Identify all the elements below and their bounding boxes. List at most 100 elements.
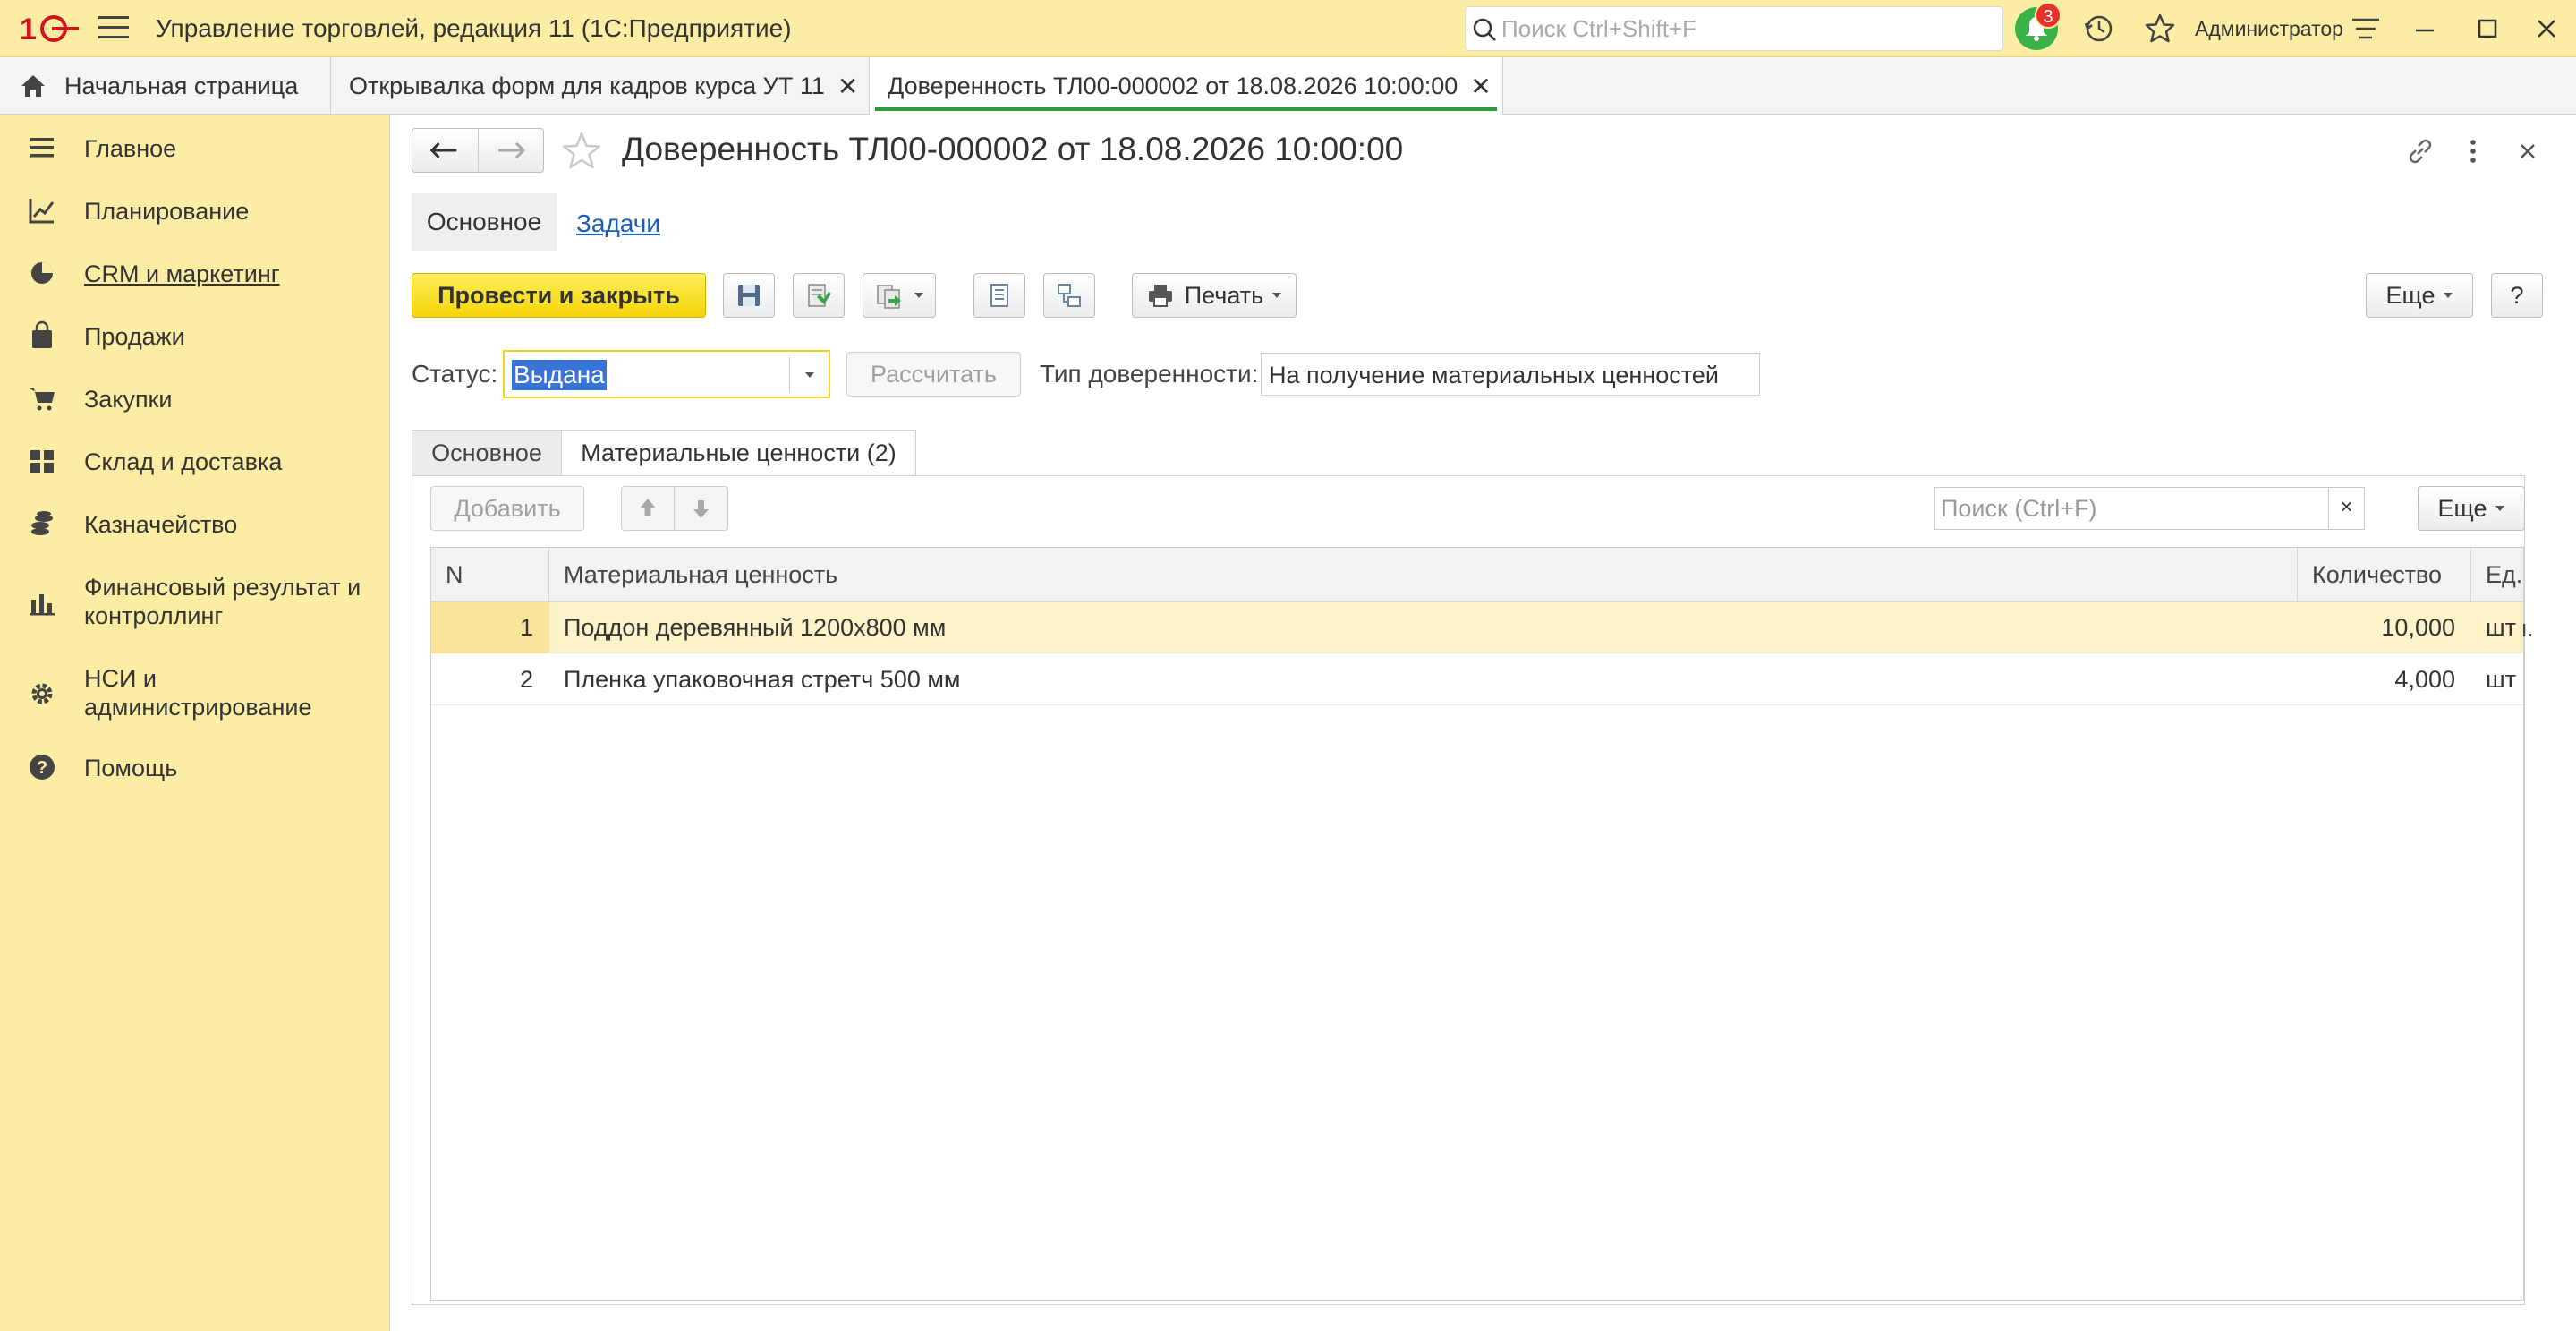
table-more-button[interactable]: Еще — [2418, 486, 2525, 531]
sidebar-item-crm[interactable]: CRM и маркетинг — [0, 256, 390, 292]
sidebar-item-treasury[interactable]: Казначейство — [0, 507, 390, 542]
save-icon — [738, 285, 760, 306]
tab-label: Открывалка форм для кадров курса УТ 11 — [349, 72, 825, 99]
shopping-bag-icon — [32, 320, 52, 348]
column-header-unit[interactable]: Ед. изм. — [2471, 548, 2534, 642]
sidebar-item-admin[interactable]: НСИ и администрирование — [0, 661, 390, 729]
sidebar-item-label: Финансовый результат и контроллинг — [84, 574, 361, 629]
menu-lines-icon — [30, 138, 54, 158]
tab-main[interactable]: Основное — [412, 430, 562, 476]
chevron-down-icon[interactable] — [789, 357, 829, 393]
tab-form-opener[interactable]: Открывалка форм для кадров курса УТ 11 ✕ — [331, 57, 870, 115]
move-down-icon[interactable] — [675, 487, 727, 530]
history-icon[interactable] — [2083, 13, 2115, 45]
more-label: Еще — [2437, 494, 2487, 522]
global-search[interactable] — [1465, 6, 2003, 51]
settings-sliders-icon[interactable] — [2350, 13, 2382, 45]
sidebar-item-help[interactable]: ? Помощь — [0, 750, 390, 786]
back-arrow-icon[interactable] — [412, 129, 479, 172]
1c-logo-icon: 1 — [20, 13, 79, 47]
type-field[interactable]: На получение материальных ценностей — [1261, 353, 1760, 396]
cart-icon — [30, 388, 55, 411]
link-icon[interactable] — [2403, 134, 2437, 168]
more-button[interactable]: Еще — [2366, 273, 2473, 318]
sidebar-item-label: Склад и доставка — [84, 448, 283, 475]
sidebar-item-purchases[interactable]: Закупки — [0, 381, 390, 417]
sidebar-item-main[interactable]: Главное — [0, 131, 390, 166]
cell-n: 2 — [519, 666, 533, 693]
minimize-icon[interactable] — [2407, 11, 2443, 47]
form-tab-tasks[interactable]: Задачи — [576, 209, 660, 238]
main-menu-icon[interactable] — [98, 16, 129, 41]
add-row-button[interactable]: Добавить — [430, 486, 584, 531]
column-header-item[interactable]: Материальная ценность — [549, 548, 2298, 602]
sidebar-item-finance[interactable]: Финансовый результат и контроллинг — [0, 569, 390, 637]
material-values-table[interactable]: N Материальная ценность Количество Ед. и… — [430, 547, 2534, 1301]
post-button[interactable] — [793, 273, 845, 318]
notifications-badge: 3 — [2035, 2, 2062, 29]
status-value: Выдана — [512, 360, 607, 390]
close-tab-icon[interactable]: ✕ — [1470, 72, 1491, 101]
print-button[interactable]: Печать — [1132, 273, 1297, 318]
forward-arrow-icon[interactable] — [479, 129, 543, 172]
close-form-icon[interactable] — [2511, 134, 2545, 168]
sections-sidebar: Главное Планирование CRM и маркетинг Про… — [0, 115, 390, 1331]
table-search-input[interactable] — [1941, 493, 2299, 524]
printer-icon — [1148, 285, 1172, 307]
more-actions-icon[interactable] — [2459, 134, 2487, 168]
tab-power-of-attorney[interactable]: Доверенность ТЛ00-000002 от 18.08.2026 1… — [870, 57, 1503, 115]
svg-text:?: ? — [37, 758, 47, 778]
type-label: Тип доверенности: — [1040, 360, 1259, 388]
help-button[interactable]: ? — [2491, 273, 2543, 318]
close-tab-icon[interactable]: ✕ — [837, 72, 858, 101]
app-title: Управление торговлей, редакция 11 (1С:Пр… — [156, 14, 792, 42]
create-based-on-button[interactable] — [863, 273, 936, 318]
cell-unit: шт — [2486, 666, 2517, 693]
form-tab-main[interactable]: Основное — [412, 193, 557, 251]
calculate-button[interactable]: Рассчитать — [846, 352, 1021, 397]
sidebar-item-label: Помощь — [84, 755, 178, 781]
pie-chart-icon — [31, 262, 53, 284]
maximize-icon[interactable] — [2470, 11, 2505, 47]
save-button[interactable] — [723, 273, 775, 318]
current-user[interactable]: Администратор — [2195, 17, 2343, 41]
post-and-close-button[interactable]: Провести и закрыть — [412, 273, 706, 318]
table-row[interactable]: 2 Пленка упаковочная стретч 500 мм 4,000… — [431, 653, 2523, 705]
cell-unit: шт — [2486, 614, 2517, 641]
cell-quantity: 10,000 — [2381, 614, 2455, 641]
move-up-icon[interactable] — [622, 487, 675, 530]
clear-search-icon[interactable]: × — [2328, 488, 2364, 529]
title-bar: 1 Управление торговлей, редакция 11 (1С:… — [0, 0, 2576, 57]
favorite-star-icon[interactable] — [560, 130, 603, 173]
column-header-quantity[interactable]: Количество — [2298, 548, 2471, 602]
help-icon: ? — [30, 755, 55, 780]
cell-n: 1 — [431, 602, 549, 653]
status-select[interactable]: Выдана — [503, 350, 830, 398]
tab-home[interactable]: Начальная страница — [0, 57, 331, 115]
sidebar-item-planning[interactable]: Планирование — [0, 193, 390, 229]
column-header-n[interactable]: N — [431, 548, 549, 602]
table-row[interactable]: 1 Поддон деревянный 1200x800 мм 10,000 ш… — [431, 602, 2523, 653]
planning-chart-icon — [29, 199, 55, 224]
close-window-icon[interactable] — [2529, 11, 2564, 47]
sidebar-item-sales[interactable]: Продажи — [0, 319, 390, 354]
sidebar-item-label: CRM и маркетинг — [84, 260, 280, 287]
bar-chart-icon — [30, 594, 55, 616]
global-search-input[interactable] — [1501, 13, 1994, 45]
post-document-icon — [808, 284, 831, 307]
table-search[interactable]: × — [1934, 487, 2365, 530]
structure-button[interactable] — [973, 273, 1025, 318]
document-list-icon — [990, 284, 1008, 307]
sidebar-item-label: НСИ и администрирование — [84, 665, 312, 721]
print-label: Печать — [1184, 281, 1264, 309]
create-based-on-icon — [877, 285, 901, 309]
favorites-star-icon[interactable] — [2144, 13, 2176, 45]
coins-icon — [31, 511, 53, 535]
tab-material-values[interactable]: Материальные ценности (2) — [561, 430, 916, 476]
cell-item: Поддон деревянный 1200x800 мм — [564, 614, 947, 641]
nav-buttons — [412, 128, 544, 173]
sidebar-item-label: Планирование — [84, 198, 250, 225]
related-documents-button[interactable] — [1043, 273, 1095, 318]
cell-item: Пленка упаковочная стретч 500 мм — [564, 666, 961, 693]
sidebar-item-warehouse[interactable]: Склад и доставка — [0, 444, 390, 480]
